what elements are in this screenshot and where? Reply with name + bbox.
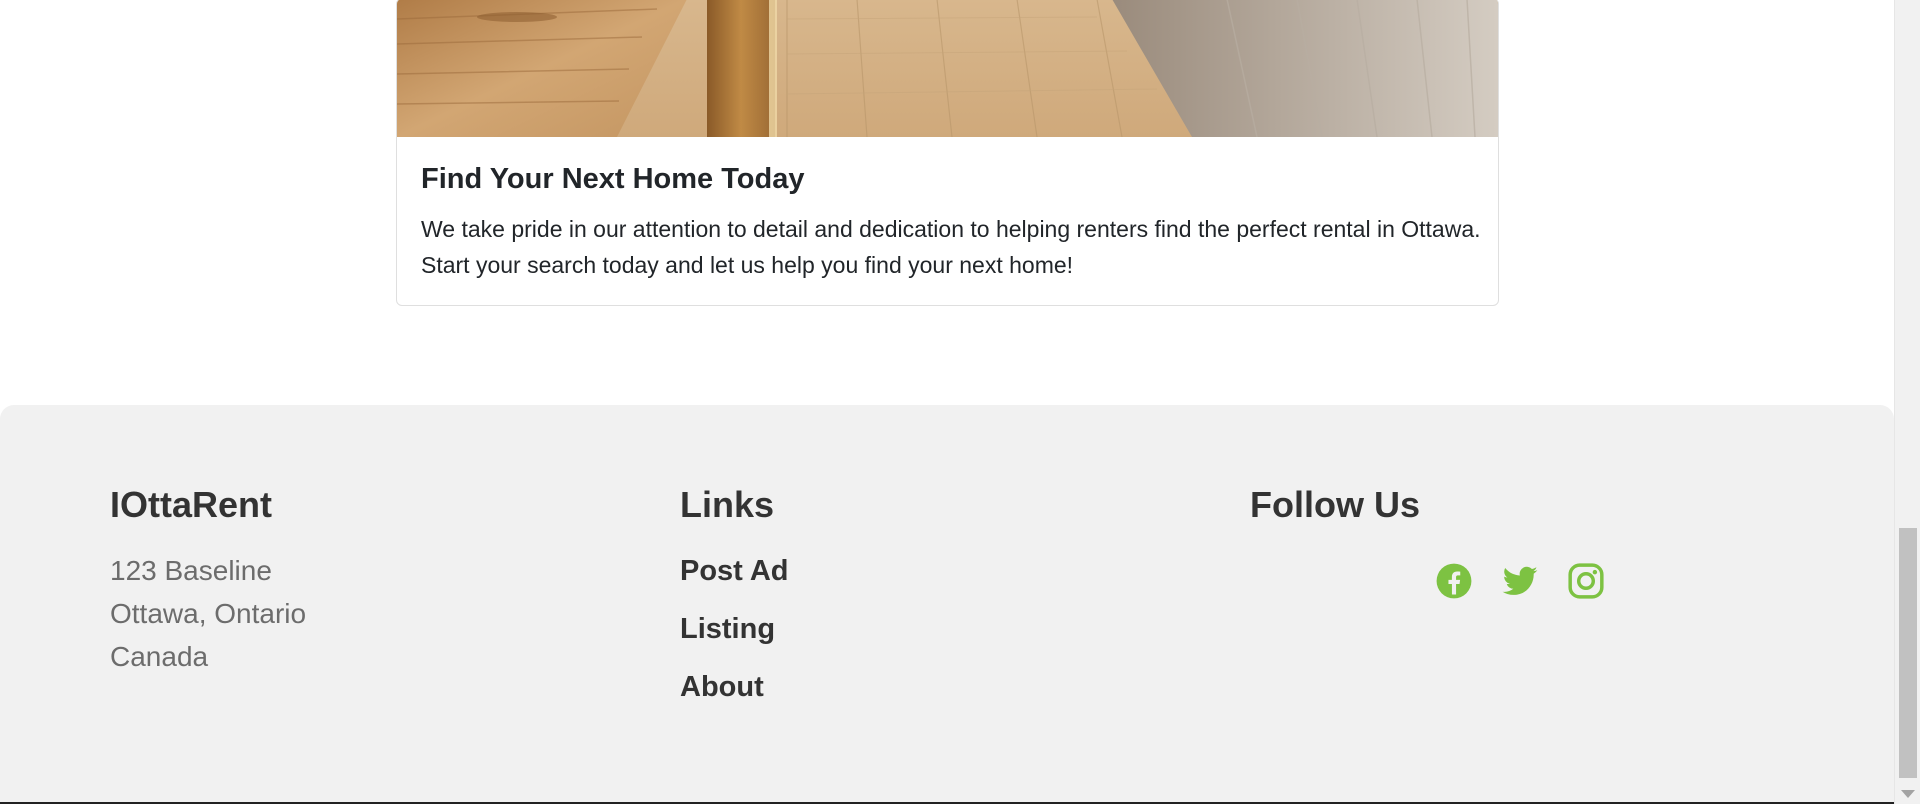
link-listing[interactable]: Listing — [680, 600, 788, 658]
footer-links-column: Links Post Ad Listing About — [680, 483, 788, 716]
scroll-down-arrow-icon[interactable] — [1901, 790, 1915, 798]
footer: IOttaRent 123 Baseline Ottawa, Ontario C… — [0, 405, 1894, 802]
link-about[interactable]: About — [680, 658, 788, 716]
instagram-icon[interactable] — [1567, 562, 1605, 600]
footer-follow-column: Follow Us — [1250, 483, 1420, 549]
card-body: Find Your Next Home Today We take pride … — [397, 137, 1498, 283]
footer-brand-column: IOttaRent 123 Baseline Ottawa, Ontario C… — [110, 483, 306, 678]
brand-heading: IOttaRent — [110, 484, 272, 525]
facebook-icon[interactable] — [1435, 562, 1473, 600]
address-country: Canada — [110, 641, 209, 672]
follow-heading: Follow Us — [1250, 484, 1420, 525]
page: Find Your Next Home Today We take pride … — [0, 0, 1920, 804]
room-photo — [397, 0, 1498, 137]
card-title: Find Your Next Home Today — [421, 163, 805, 195]
social-icons — [1435, 562, 1605, 600]
scrollbar-thumb[interactable] — [1899, 528, 1917, 778]
feature-card: Find Your Next Home Today We take pride … — [396, 0, 1499, 306]
card-image — [397, 0, 1498, 137]
footer-links: Post Ad Listing About — [680, 542, 788, 716]
link-post-ad[interactable]: Post Ad — [680, 542, 788, 600]
vertical-scrollbar[interactable] — [1894, 0, 1920, 804]
twitter-icon[interactable] — [1501, 562, 1539, 600]
card-text: We take pride in our attention to detail… — [421, 216, 1481, 278]
links-heading: Links — [680, 484, 775, 525]
viewport: Find Your Next Home Today We take pride … — [0, 0, 1894, 802]
address-city: Ottawa, Ontario — [110, 598, 307, 629]
address-street: 123 Baseline — [110, 555, 272, 586]
